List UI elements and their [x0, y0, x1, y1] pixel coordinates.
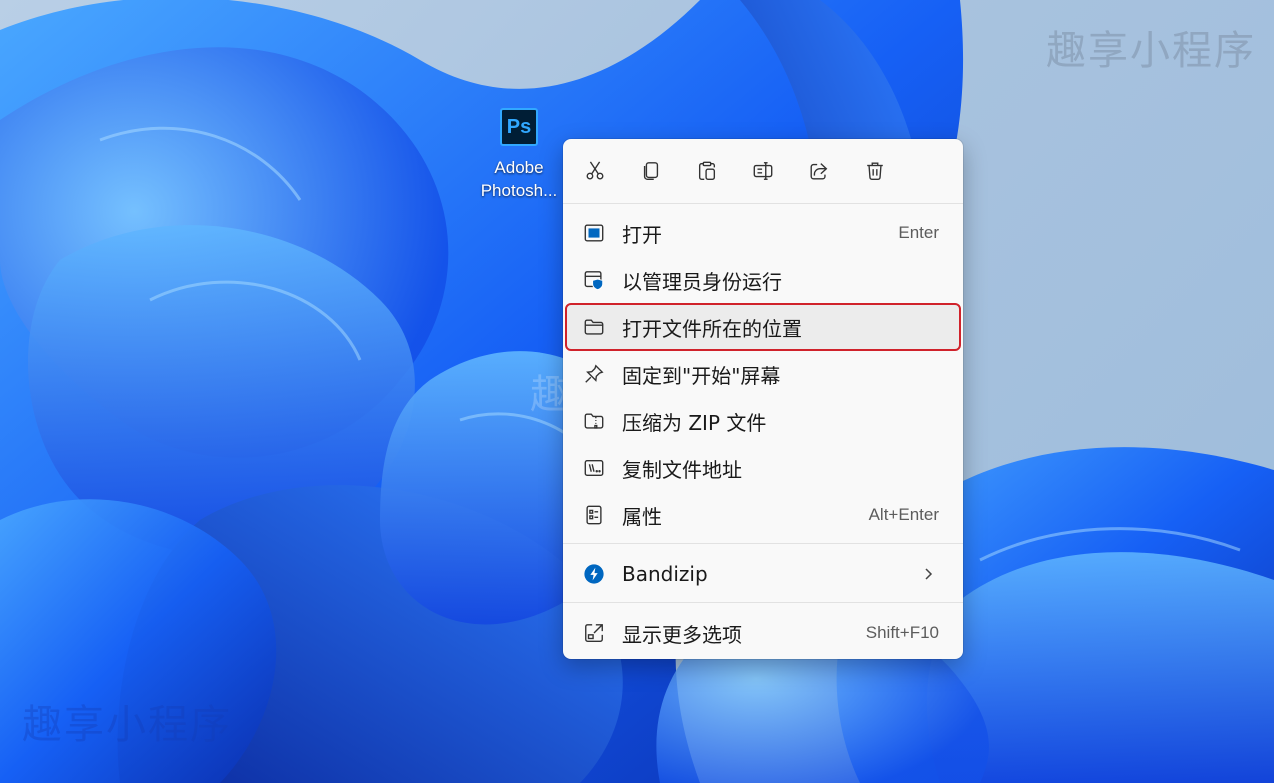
- menu-item-label: 压缩为 ZIP 文件: [622, 410, 767, 435]
- menu-item-label: 打开: [622, 222, 662, 247]
- shortcut-label: Alt+Enter: [868, 505, 939, 524]
- menu-item-pin-to-start[interactable]: 固定到"开始"屏幕: [567, 352, 959, 396]
- properties-icon: [583, 504, 605, 526]
- photoshop-icon: Ps: [500, 108, 538, 146]
- desktop: 趣享小程序 趣享小程序 趣享小程序 Ps Adobe Photosh...: [0, 0, 1274, 783]
- menu-item-open[interactable]: 打开 Enter: [567, 211, 959, 255]
- menu-item-open-file-location[interactable]: 打开文件所在的位置: [565, 303, 961, 351]
- copy-icon: [643, 162, 659, 180]
- menu-item-label: 以管理员身份运行: [622, 269, 782, 294]
- shortcut-label: Enter: [898, 223, 939, 242]
- paste-button[interactable]: [693, 157, 721, 185]
- menu-separator: [563, 602, 963, 603]
- desktop-shortcut-photoshop[interactable]: Ps Adobe Photosh...: [474, 106, 564, 202]
- desktop-shortcut-label-line1: Adobe: [494, 158, 544, 177]
- copy-button[interactable]: [637, 157, 665, 185]
- cut-icon: [586, 161, 604, 180]
- bandizip-icon: [583, 563, 605, 585]
- admin-shield-icon: [583, 269, 605, 291]
- menu-item-show-more-options[interactable]: 显示更多选项 Shift+F10: [567, 611, 959, 655]
- delete-button[interactable]: [861, 157, 889, 185]
- menu-item-label: 属性: [622, 504, 662, 529]
- menu-item-compress-zip[interactable]: 压缩为 ZIP 文件: [567, 399, 959, 443]
- menu-item-label: 固定到"开始"屏幕: [622, 363, 781, 388]
- paste-icon: [698, 161, 716, 180]
- menu-item-label: 复制文件地址: [622, 457, 742, 482]
- rename-button[interactable]: [749, 157, 777, 185]
- menu-item-label: Bandizip: [622, 562, 708, 586]
- cut-button[interactable]: [581, 157, 609, 185]
- menu-separator: [563, 543, 963, 544]
- folder-icon: [583, 316, 605, 338]
- open-icon: [583, 222, 605, 244]
- rename-icon: [753, 162, 773, 180]
- desktop-shortcut-label: Adobe Photosh...: [474, 156, 564, 202]
- chevron-right-icon: [925, 568, 933, 580]
- more-options-icon: [583, 622, 605, 644]
- desktop-shortcut-label-line2: Photosh...: [480, 181, 558, 200]
- pin-icon: [583, 363, 605, 385]
- menu-item-properties[interactable]: 属性 Alt+Enter: [567, 493, 959, 537]
- zip-folder-icon: [583, 410, 605, 432]
- menu-item-label: 打开文件所在的位置: [622, 316, 802, 341]
- menu-item-run-as-admin[interactable]: 以管理员身份运行: [567, 258, 959, 302]
- menu-separator: [563, 203, 963, 204]
- copy-path-icon: [583, 457, 605, 479]
- shortcut-label: Shift+F10: [865, 623, 939, 642]
- menu-item-label: 显示更多选项: [622, 622, 742, 647]
- context-menu: 打开 Enter 以管理员身份运行 打开文件所在的位置 固定到"开始"屏幕 压缩…: [563, 139, 963, 659]
- context-menu-toolbar: [563, 139, 963, 203]
- share-icon: [810, 163, 828, 180]
- share-button[interactable]: [805, 157, 833, 185]
- menu-item-bandizip[interactable]: Bandizip: [567, 552, 959, 596]
- delete-icon: [867, 162, 883, 180]
- menu-item-copy-path[interactable]: 复制文件地址: [567, 446, 959, 490]
